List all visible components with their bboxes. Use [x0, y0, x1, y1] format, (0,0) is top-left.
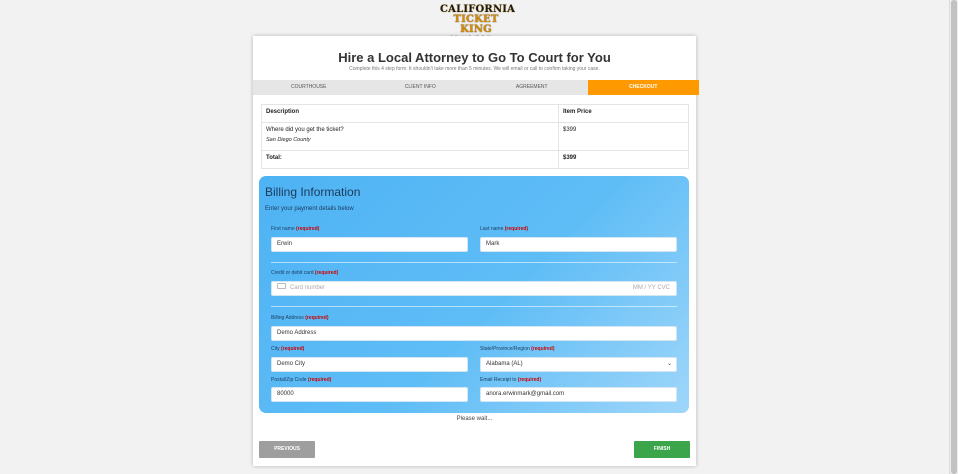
state-label-text: State/Province/Region [480, 346, 530, 352]
required-marker: (required) [314, 270, 339, 276]
col-price-header: Item Price [558, 104, 689, 123]
last-name-label: Last name (required) [480, 226, 528, 232]
last-name-label-text: Last name [480, 226, 504, 232]
first-name-input[interactable]: Erwin [271, 237, 468, 252]
step-tabs: COURTHOUSE CLIENT INFO AGREEMENT CHECKOU… [253, 80, 699, 95]
page-subtitle: Complete this 4 step form. It shouldn't … [349, 66, 600, 72]
state-label: State/Province/Region (required) [480, 346, 555, 352]
total-value: $399 [558, 150, 689, 169]
required-marker: (required) [517, 377, 542, 383]
required-marker: (required) [504, 226, 529, 232]
billing-title: Billing Information [265, 185, 361, 199]
card-number-placeholder: Card number [290, 285, 326, 291]
tab-client-info[interactable]: CLIENT INFO [365, 80, 477, 95]
table-row: Where did you get the ticket? San Diego … [261, 122, 689, 151]
tab-courthouse[interactable]: COURTHOUSE [253, 80, 365, 95]
status-text: Please wait... [456, 416, 493, 422]
total-label: Total: [261, 150, 559, 169]
city-label: City (required) [271, 346, 304, 352]
city-label-text: City [271, 346, 280, 352]
item-description-cell: Where did you get the ticket? San Diego … [261, 122, 559, 151]
zip-label: Postal/Zip Code (required) [271, 377, 331, 383]
billing-address-label: Billing Address (required) [271, 315, 329, 321]
email-label: Email Receipt to (required) [480, 377, 541, 383]
credit-card-icon [277, 283, 286, 290]
required-marker: (required) [531, 346, 555, 352]
form-card: Hire a Local Attorney to Go To Court for… [253, 36, 699, 466]
state-select[interactable]: Alabama (AL) ⌄ [480, 357, 677, 372]
divider [271, 306, 677, 307]
billing-address-label-text: Billing Address [271, 315, 304, 321]
tab-checkout[interactable]: CHECKOUT [587, 80, 699, 95]
card-label: Credit or debit card (required) [271, 270, 338, 276]
card-label-text: Credit or debit card [271, 270, 314, 276]
col-description-header: Description [261, 104, 559, 123]
city-input[interactable]: Demo City [271, 357, 468, 372]
billing-section: Billing Information Enter your payment d… [259, 176, 689, 413]
first-name-label-text: First name [271, 226, 295, 232]
finish-button[interactable]: FINISH [634, 441, 690, 458]
california-ticket-king-logo[interactable]: CALIFORNIA TICKET KING California's Best… [440, 5, 515, 40]
logo-line-2: TICKET KING [453, 14, 499, 35]
email-label-text: Email Receipt to [480, 377, 517, 383]
scrollbar-thumb[interactable] [951, 0, 957, 474]
chevron-down-icon: ⌄ [666, 361, 672, 367]
billing-subtitle: Enter your payment details below [265, 206, 354, 212]
order-summary-table: Description Item Price Where did you get… [261, 104, 689, 169]
item-question: Where did you get the ticket? [266, 127, 344, 133]
state-selected-value: Alabama (AL) [486, 361, 523, 367]
zip-input[interactable]: 80000 [271, 387, 468, 402]
item-price-cell: $399 [558, 122, 689, 151]
required-marker: (required) [281, 346, 305, 352]
item-location: San Diego County [266, 137, 311, 143]
page-title: Hire a Local Attorney to Go To Court for… [338, 50, 611, 65]
previous-button[interactable]: PREVIOUS [259, 441, 315, 458]
required-marker: (required) [296, 226, 320, 232]
first-name-label: First name (required) [271, 226, 319, 232]
required-marker: (required) [305, 315, 329, 321]
last-name-input[interactable]: Mark [480, 237, 677, 252]
card-number-input[interactable]: Card number MM / YY CVC [271, 281, 677, 296]
billing-address-input[interactable]: Demo Address [271, 326, 677, 341]
card-expiry-cvc-placeholder: MM / YY CVC [632, 285, 670, 291]
email-input[interactable]: anora.erwinmark@gmail.com [480, 387, 677, 402]
tab-agreement[interactable]: AGREEMENT [476, 80, 588, 95]
required-marker: (required) [307, 377, 332, 383]
divider [271, 262, 677, 263]
page-scrollbar[interactable] [949, 0, 958, 474]
zip-label-text: Postal/Zip Code [271, 377, 307, 383]
total-row: Total: $399 [261, 150, 689, 169]
